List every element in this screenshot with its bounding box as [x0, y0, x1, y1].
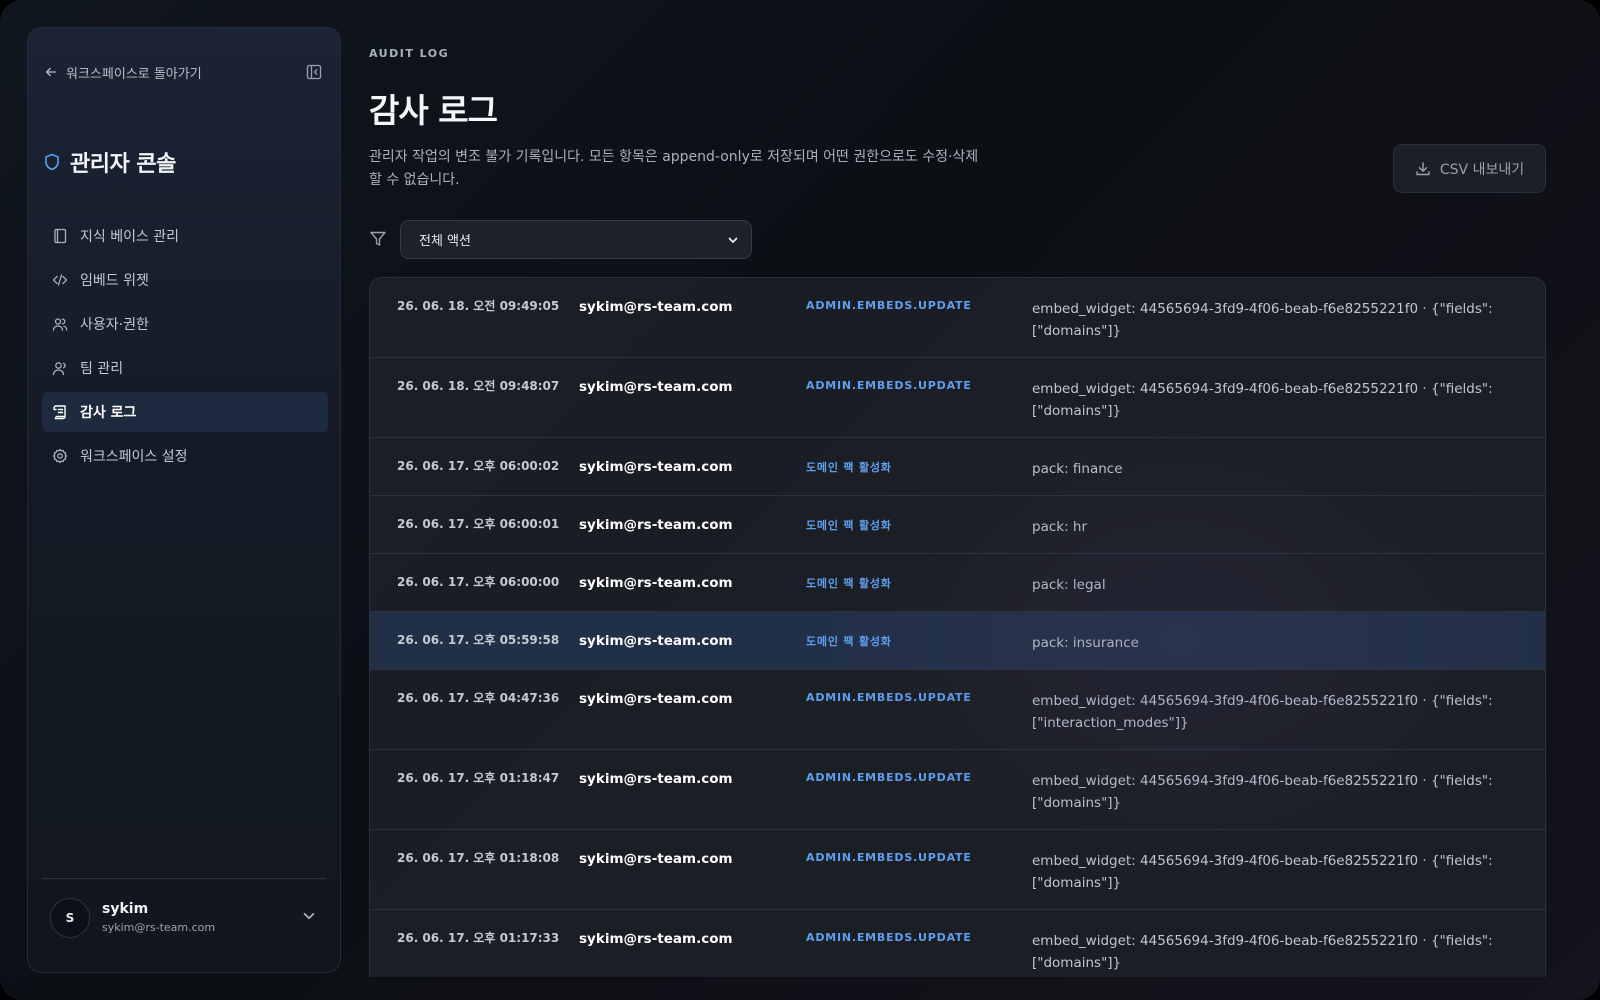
back-to-workspace-link[interactable]: 워크스페이스로 돌아가기: [44, 63, 202, 82]
row-timestamp: 26. 06. 18. 오전 09:48:07: [397, 379, 560, 393]
sidebar-nav: 지식 베이스 관리 임베드 위젯 사용자·권한 팀 관리 감사 로그 워크스페이…: [42, 216, 328, 480]
row-action: 도메인 팩 활성화: [806, 519, 892, 532]
back-link-label: 워크스페이스로 돌아가기: [66, 66, 202, 82]
collapse-sidebar-button[interactable]: [304, 62, 324, 82]
row-action: ADMIN.EMBEDS.UPDATE: [806, 379, 972, 392]
sidebar-item-label: 임베드 위젯: [80, 273, 149, 289]
row-detail: embed_widget: 44565694-3fd9-4f06-beab-f6…: [1032, 933, 1493, 971]
users-icon: [52, 318, 68, 331]
row-timestamp: 26. 06. 17. 오후 06:00:02: [397, 459, 560, 473]
row-actor: sykim@rs-team.com: [579, 691, 733, 707]
row-actor: sykim@rs-team.com: [579, 851, 733, 867]
row-action: ADMIN.EMBEDS.UPDATE: [806, 851, 972, 864]
row-detail: embed_widget: 44565694-3fd9-4f06-beab-f6…: [1032, 853, 1493, 891]
user-info: sykim sykim@rs-team.com: [102, 901, 215, 934]
row-timestamp: 26. 06. 17. 오후 05:59:58: [397, 633, 560, 647]
download-icon: [1416, 161, 1430, 175]
page-description: 관리자 작업의 변조 불가 기록입니다. 모든 항목은 append-only로…: [369, 149, 979, 188]
app-window: 워크스페이스로 돌아가기 관리자 콘솔 지식 베이스 관리 임베드 위젯 사용자…: [0, 0, 1600, 1000]
row-detail: pack: finance: [1032, 461, 1123, 477]
code-icon: [52, 274, 68, 286]
scroll-icon: [53, 405, 66, 420]
sidebar-item-knowledge-base[interactable]: 지식 베이스 관리: [42, 216, 328, 256]
table-row[interactable]: 26. 06. 17. 오후 01:17:33 sykim@rs-team.co…: [370, 910, 1545, 977]
csv-export-label: CSV 내보내기: [1439, 161, 1525, 178]
row-detail: embed_widget: 44565694-3fd9-4f06-beab-f6…: [1032, 693, 1493, 731]
audit-log-table: 26. 06. 18. 오전 09:49:05 sykim@rs-team.co…: [369, 277, 1546, 977]
sidebar-item-label: 워크스페이스 설정: [80, 449, 188, 465]
arrow-left-icon: [45, 67, 57, 77]
table-row[interactable]: 26. 06. 18. 오전 09:49:05 sykim@rs-team.co…: [370, 278, 1545, 358]
table-row[interactable]: 26. 06. 17. 오후 05:59:58 sykim@rs-team.co…: [370, 612, 1545, 670]
table-row[interactable]: 26. 06. 17. 오후 06:00:00 sykim@rs-team.co…: [370, 554, 1545, 612]
console-title: 관리자 콘솔: [44, 146, 176, 178]
user-email: sykim@rs-team.com: [102, 921, 216, 934]
console-title-text: 관리자 콘솔: [70, 152, 176, 177]
sidebar-item-label: 팀 관리: [80, 361, 124, 377]
row-action: ADMIN.EMBEDS.UPDATE: [806, 931, 972, 944]
row-detail: embed_widget: 44565694-3fd9-4f06-beab-f6…: [1032, 301, 1493, 339]
row-timestamp: 26. 06. 17. 오후 01:18:47: [397, 771, 560, 785]
row-actor: sykim@rs-team.com: [579, 379, 733, 395]
row-detail: pack: hr: [1032, 519, 1088, 535]
row-timestamp: 26. 06. 17. 오후 06:00:01: [397, 517, 560, 531]
table-row[interactable]: 26. 06. 17. 오후 01:18:08 sykim@rs-team.co…: [370, 830, 1545, 910]
action-filter-select[interactable]: 전체 액션: [400, 220, 752, 259]
row-actor: sykim@rs-team.com: [579, 299, 733, 315]
avatar: S: [50, 897, 90, 938]
row-action: ADMIN.EMBEDS.UPDATE: [806, 771, 972, 784]
row-action: 도메인 팩 활성화: [806, 635, 892, 648]
row-action: ADMIN.EMBEDS.UPDATE: [806, 299, 972, 312]
csv-export-button[interactable]: CSV 내보내기: [1393, 144, 1546, 193]
user-name: sykim: [102, 901, 149, 917]
page-title: 감사 로그: [369, 91, 498, 130]
sidebar-item-label: 지식 베이스 관리: [80, 229, 180, 245]
row-action: 도메인 팩 활성화: [806, 577, 892, 590]
row-actor: sykim@rs-team.com: [579, 517, 733, 533]
row-action: 도메인 팩 활성화: [806, 461, 892, 474]
table-row[interactable]: 26. 06. 17. 오후 04:47:36 sykim@rs-team.co…: [370, 670, 1545, 750]
action-filter-value: 전체 액션: [419, 234, 471, 249]
team-icon: [52, 362, 66, 376]
row-actor: sykim@rs-team.com: [579, 633, 733, 649]
page-eyebrow: AUDIT LOG: [369, 47, 450, 60]
row-timestamp: 26. 06. 18. 오전 09:49:05: [397, 299, 560, 313]
row-timestamp: 26. 06. 17. 오후 04:47:36: [397, 691, 560, 705]
shield-icon: [45, 153, 59, 171]
row-actor: sykim@rs-team.com: [579, 459, 733, 475]
row-detail: pack: legal: [1032, 577, 1106, 593]
table-row[interactable]: 26. 06. 17. 오후 06:00:01 sykim@rs-team.co…: [370, 496, 1545, 554]
row-timestamp: 26. 06. 17. 오후 06:00:00: [397, 575, 560, 589]
row-detail: embed_widget: 44565694-3fd9-4f06-beab-f6…: [1032, 773, 1493, 811]
user-profile[interactable]: S sykim sykim@rs-team.com: [42, 878, 326, 956]
row-action: ADMIN.EMBEDS.UPDATE: [806, 691, 972, 704]
sidebar-item-workspace-settings[interactable]: 워크스페이스 설정: [42, 436, 328, 476]
row-detail: pack: insurance: [1032, 635, 1139, 651]
main-content: AUDIT LOG 감사 로그 관리자 작업의 변조 불가 기록입니다. 모든 …: [369, 0, 1546, 1000]
book-icon: [54, 228, 67, 244]
sidebar-collapse-icon: [306, 64, 322, 80]
sidebar-item-embed-widget[interactable]: 임베드 위젯: [42, 260, 328, 300]
row-actor: sykim@rs-team.com: [579, 771, 733, 787]
sidebar: 워크스페이스로 돌아가기 관리자 콘솔 지식 베이스 관리 임베드 위젯 사용자…: [27, 27, 341, 973]
sidebar-item-users-permissions[interactable]: 사용자·권한: [42, 304, 328, 344]
chevron-down-icon: [728, 237, 738, 243]
sidebar-header: 워크스페이스로 돌아가기: [44, 60, 324, 84]
row-detail: embed_widget: 44565694-3fd9-4f06-beab-f6…: [1032, 381, 1493, 419]
row-timestamp: 26. 06. 17. 오후 01:18:08: [397, 851, 560, 865]
table-row[interactable]: 26. 06. 18. 오전 09:48:07 sykim@rs-team.co…: [370, 358, 1545, 438]
sidebar-item-label: 감사 로그: [80, 405, 137, 421]
chevron-down-icon[interactable]: [300, 907, 318, 925]
row-actor: sykim@rs-team.com: [579, 931, 733, 947]
row-timestamp: 26. 06. 17. 오후 01:17:33: [397, 931, 560, 945]
sidebar-item-audit-log[interactable]: 감사 로그: [42, 392, 328, 432]
row-actor: sykim@rs-team.com: [579, 575, 733, 591]
table-row[interactable]: 26. 06. 17. 오후 06:00:02 sykim@rs-team.co…: [370, 438, 1545, 496]
table-row[interactable]: 26. 06. 17. 오후 01:18:47 sykim@rs-team.co…: [370, 750, 1545, 830]
filter-icon: [370, 231, 386, 246]
sidebar-item-label: 사용자·권한: [80, 317, 149, 333]
sidebar-item-team[interactable]: 팀 관리: [42, 348, 328, 388]
gear-icon: [52, 448, 68, 464]
